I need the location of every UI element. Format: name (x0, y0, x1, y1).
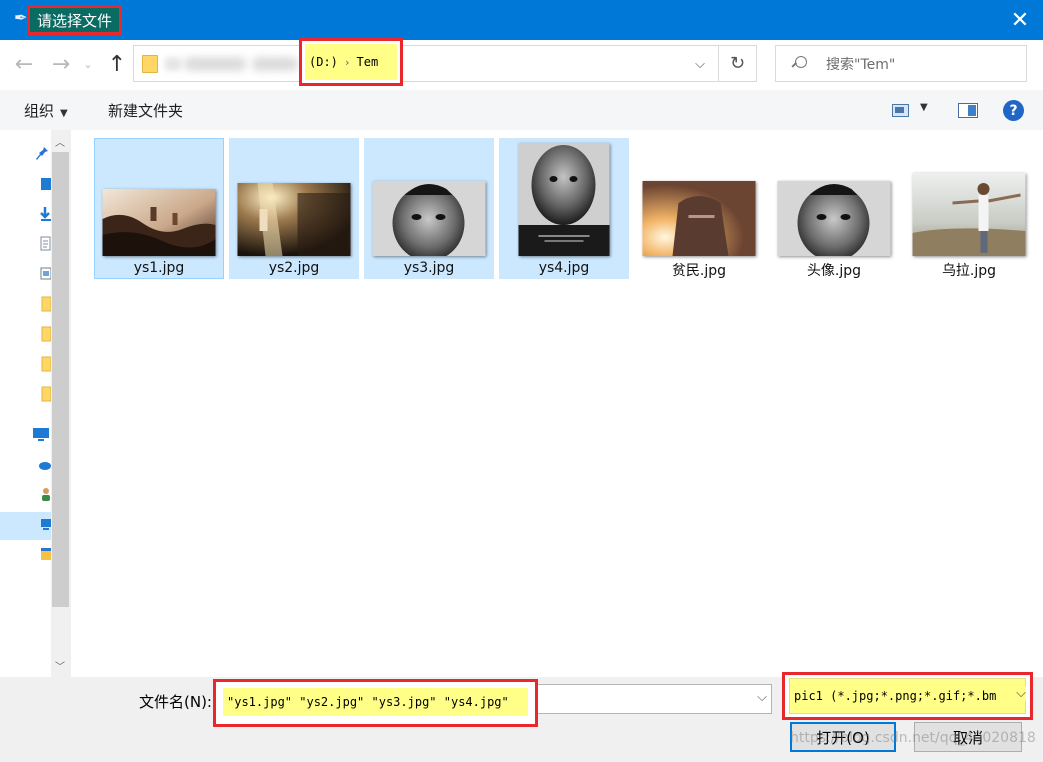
filename-highlight-box: "ys1.jpg" "ys2.jpg" "ys3.jpg" "ys4.jpg" (213, 679, 538, 727)
pictures-icon[interactable] (39, 266, 51, 282)
image-thumbnail (642, 181, 756, 256)
breadcrumb-separator-icon: › (343, 55, 351, 69)
documents-icon[interactable] (39, 236, 51, 252)
this-pc-icon[interactable] (39, 516, 51, 532)
view-menu-caret-icon[interactable]: ▼ (920, 102, 928, 113)
address-bar[interactable]: (D:) › Tem ⌵ ↻ (133, 38, 757, 86)
image-thumbnail (237, 183, 351, 256)
back-button[interactable]: ← (10, 50, 38, 78)
image-thumbnail (372, 181, 486, 256)
filename-label: 文件名(N): (139, 693, 212, 711)
breadcrumb-folder[interactable]: Tem (357, 55, 379, 69)
filetype-value: pic1 (*.jpg;*.png;*.gif;*.bm (794, 689, 997, 703)
organize-label: 组织 (24, 102, 55, 120)
file-name: 乌拉.jpg (941, 263, 997, 279)
title-bar: ✒ 请选择文件 ✕ (0, 0, 1043, 40)
folder-icon[interactable] (39, 326, 51, 342)
image-thumbnail (912, 173, 1026, 256)
file-item[interactable]: 乌拉.jpg (904, 138, 1034, 279)
window-title: 请选择文件 (37, 11, 113, 30)
monitor-icon[interactable] (32, 426, 50, 442)
caret-down-icon: ▼ (60, 108, 68, 119)
scroll-up-icon[interactable]: ︿ (55, 134, 65, 149)
file-item[interactable]: 头像.jpg (769, 138, 899, 279)
file-name: ys2.jpg (268, 260, 320, 276)
file-item[interactable]: ys4.jpg (499, 138, 629, 279)
folder-icon (142, 55, 158, 73)
arrow-left-icon: ← (14, 51, 34, 77)
quick-access-pin-icon[interactable] (35, 146, 49, 162)
forward-button[interactable]: → (47, 50, 75, 78)
file-item[interactable]: 贫民.jpg (634, 138, 764, 279)
filetype-select[interactable]: pic1 (*.jpg;*.png;*.gif;*.bm (789, 678, 1026, 714)
image-thumbnail (518, 143, 610, 256)
close-button[interactable]: ✕ (997, 0, 1043, 40)
file-item[interactable]: ys3.jpg (364, 138, 494, 279)
libraries-icon[interactable] (39, 546, 51, 562)
blurred-path-segment (184, 57, 246, 71)
new-folder-button[interactable]: 新建文件夹 (108, 100, 183, 121)
refresh-button[interactable]: ↻ (718, 46, 756, 81)
app-feather-icon: ✒ (14, 8, 28, 27)
arrow-right-icon: → (51, 51, 71, 77)
navigation-pane: ︿ ﹀ (0, 130, 71, 677)
search-input[interactable]: 搜索"Tem" (775, 45, 1027, 82)
file-name: ys4.jpg (538, 260, 590, 276)
user-icon[interactable] (39, 486, 51, 502)
file-list: ys1.jpg ys2.jpg ys3.jpg ys4.jpg 贫民.jpg 头… (72, 130, 1043, 677)
address-dropdown-button[interactable]: ⌵ (688, 52, 712, 76)
watermark: https://blog.csdn.net/qq_40020818 (790, 730, 1036, 746)
file-name: ys3.jpg (403, 260, 455, 276)
downloads-icon[interactable] (39, 206, 51, 222)
breadcrumb-drive[interactable]: (D:) (309, 55, 338, 69)
file-item[interactable]: ys2.jpg (229, 138, 359, 279)
chevron-down-icon: ⌄ (83, 57, 93, 71)
arrow-up-icon: ↑ (107, 51, 127, 77)
filename-value[interactable]: "ys1.jpg" "ys2.jpg" "ys3.jpg" "ys4.jpg" (223, 688, 528, 716)
refresh-icon: ↻ (729, 53, 746, 74)
up-button[interactable]: ↑ (103, 50, 131, 78)
title-highlight-box: 请选择文件 (27, 5, 123, 35)
breadcrumb[interactable]: (D:) › Tem (305, 44, 397, 80)
file-name: ys1.jpg (133, 260, 185, 276)
search-icon (792, 55, 808, 72)
folder-icon[interactable] (39, 386, 51, 402)
blurred-path-segment (252, 57, 298, 71)
desktop-icon[interactable] (39, 176, 51, 192)
nav-scrollbar-thumb[interactable] (52, 152, 69, 607)
change-view-icon[interactable] (892, 104, 909, 117)
recent-locations-button[interactable]: ⌄ (79, 50, 97, 78)
folder-icon[interactable] (39, 356, 51, 372)
bottom-panel: 文件名(N): ⌵ "ys1.jpg" "ys2.jpg" "ys3.jpg" … (0, 672, 1043, 762)
new-folder-label: 新建文件夹 (108, 102, 184, 120)
help-icon[interactable]: ? (1003, 100, 1024, 121)
image-thumbnail (102, 189, 216, 256)
chevron-down-icon: ⌵ (695, 56, 705, 72)
close-icon: ✕ (1010, 7, 1030, 33)
folder-icon[interactable] (39, 296, 51, 312)
file-name: 贫民.jpg (671, 263, 727, 279)
image-thumbnail (777, 181, 891, 256)
blurred-path-segment (164, 57, 182, 71)
preview-pane-icon[interactable] (958, 103, 978, 118)
file-item[interactable]: ys1.jpg (94, 138, 224, 279)
command-toolbar: 组织 ▼ 新建文件夹 ▼ ? (0, 90, 1043, 130)
filetype-highlight-box: pic1 (*.jpg;*.png;*.gif;*.bm ⌵ (782, 672, 1033, 720)
scroll-down-icon[interactable]: ﹀ (55, 658, 65, 673)
chevron-down-icon[interactable]: ⌵ (1016, 686, 1026, 701)
onedrive-icon[interactable] (37, 456, 51, 472)
organize-button[interactable]: 组织 ▼ (24, 100, 68, 121)
search-placeholder: 搜索"Tem" (826, 56, 896, 73)
breadcrumb-highlight-box: (D:) › Tem (299, 38, 403, 86)
file-name: 头像.jpg (806, 263, 862, 279)
chevron-down-icon[interactable]: ⌵ (757, 690, 767, 705)
